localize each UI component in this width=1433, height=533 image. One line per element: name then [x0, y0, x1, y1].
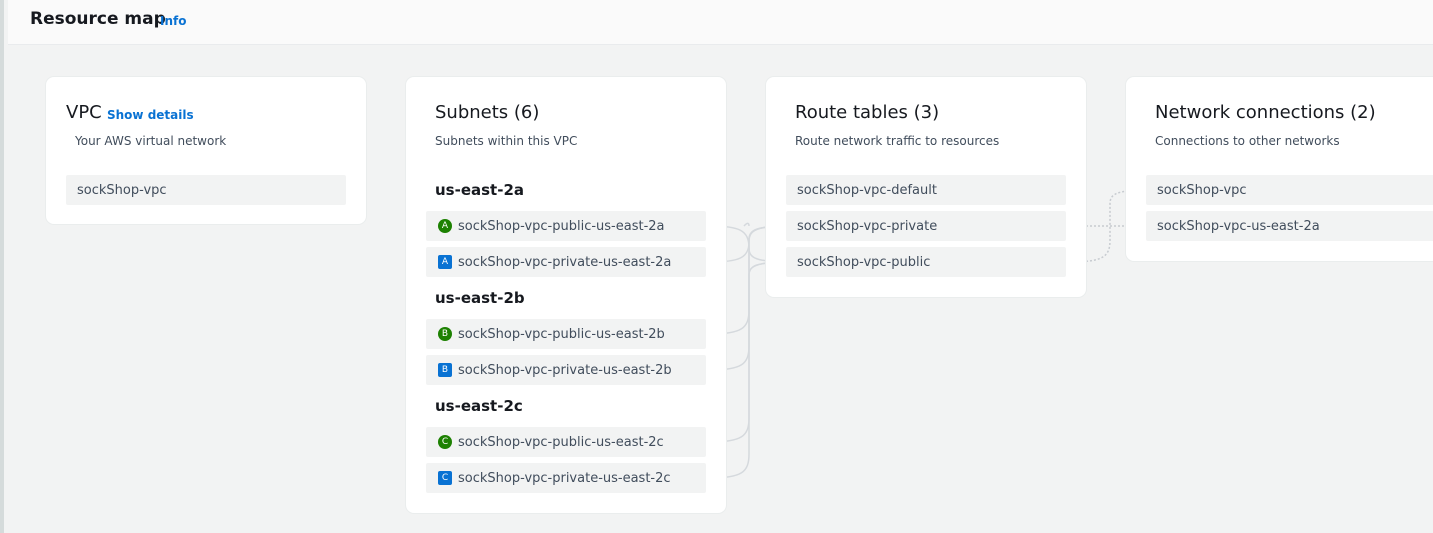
network-connection-item-label: sockShop-vpc-us-east-2a [1157, 218, 1320, 234]
subnets-card-title: Subnets (6) [435, 102, 540, 123]
vpc-card-title: VPC [66, 102, 102, 123]
route-table-item-private[interactable]: sockShop-vpc-private [786, 211, 1066, 241]
connector-line [743, 222, 750, 227]
subnet-item-label: sockShop-vpc-private-us-east-2a [458, 254, 672, 270]
route-table-item-public[interactable]: sockShop-vpc-public [786, 247, 1066, 277]
network-connections-card: Network connections (2) Connections to o… [1126, 77, 1433, 261]
resource-map-header: Resource map Info [8, 0, 1433, 45]
private-subnet-icon: A [438, 255, 452, 269]
subnet-item-public-us-east-2b[interactable]: B sockShop-vpc-public-us-east-2b [426, 319, 706, 349]
public-subnet-icon: A [438, 219, 452, 233]
resource-map-panel: Resource map Info VPC Show details Your … [0, 0, 1433, 533]
network-connections-card-subtitle: Connections to other networks [1155, 134, 1340, 148]
vpc-card: VPC Show details Your AWS virtual networ… [46, 77, 366, 224]
route-table-item-label: sockShop-vpc-public [797, 254, 931, 270]
subnets-card-subtitle: Subnets within this VPC [435, 134, 578, 148]
subnet-item-label: sockShop-vpc-public-us-east-2a [458, 218, 665, 234]
private-subnet-icon: B [438, 363, 452, 377]
route-tables-card-subtitle: Route network traffic to resources [795, 134, 1000, 148]
az-heading-us-east-2b: us-east-2b [435, 289, 525, 307]
vpc-item[interactable]: sockShop-vpc [66, 175, 346, 205]
network-connections-card-title: Network connections (2) [1155, 102, 1376, 123]
show-details-link[interactable]: Show details [107, 108, 194, 122]
network-connection-item-label: sockShop-vpc [1157, 182, 1247, 198]
subnet-item-public-us-east-2c[interactable]: C sockShop-vpc-public-us-east-2c [426, 427, 706, 457]
vpc-card-subtitle: Your AWS virtual network [75, 134, 227, 148]
az-heading-us-east-2c: us-east-2c [435, 397, 523, 415]
public-subnet-icon: C [438, 435, 452, 449]
page-title: Resource map [30, 9, 166, 29]
route-table-item-label: sockShop-vpc-private [797, 218, 938, 234]
subnets-card: Subnets (6) Subnets within this VPC us-e… [406, 77, 726, 513]
private-subnet-icon: C [438, 471, 452, 485]
network-connection-item-us-east-2a[interactable]: sockShop-vpc-us-east-2a [1146, 211, 1433, 241]
vpc-item-label: sockShop-vpc [77, 182, 167, 198]
subnet-item-public-us-east-2a[interactable]: A sockShop-vpc-public-us-east-2a [426, 211, 706, 241]
public-subnet-icon: B [438, 327, 452, 341]
subnet-item-label: sockShop-vpc-private-us-east-2c [458, 470, 671, 486]
info-link[interactable]: Info [160, 14, 186, 28]
az-heading-us-east-2a: us-east-2a [435, 181, 525, 199]
subnet-item-private-us-east-2a[interactable]: A sockShop-vpc-private-us-east-2a [426, 247, 706, 277]
subnet-item-private-us-east-2b[interactable]: B sockShop-vpc-private-us-east-2b [426, 355, 706, 385]
route-table-item-default[interactable]: sockShop-vpc-default [786, 175, 1066, 205]
subnet-item-label: sockShop-vpc-public-us-east-2b [458, 326, 665, 342]
route-tables-card: Route tables (3) Route network traffic t… [766, 77, 1086, 297]
subnet-item-private-us-east-2c[interactable]: C sockShop-vpc-private-us-east-2c [426, 463, 706, 493]
route-table-item-label: sockShop-vpc-default [797, 182, 937, 198]
route-tables-card-title: Route tables (3) [795, 102, 940, 123]
subnet-item-label: sockShop-vpc-private-us-east-2b [458, 362, 672, 378]
subnet-item-label: sockShop-vpc-public-us-east-2c [458, 434, 664, 450]
network-connection-item-vpc[interactable]: sockShop-vpc [1146, 175, 1433, 205]
